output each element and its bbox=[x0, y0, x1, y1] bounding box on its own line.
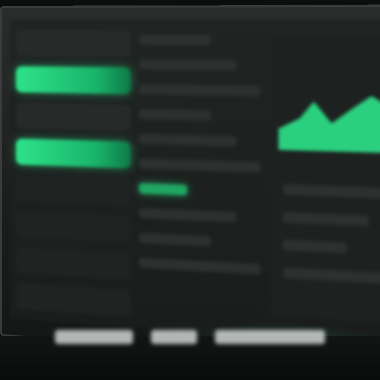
list-item-highlighted[interactable] bbox=[139, 183, 187, 196]
app-screen bbox=[9, 19, 380, 347]
list-item[interactable] bbox=[139, 158, 261, 173]
pane-row bbox=[282, 267, 380, 285]
activity-chart-graphic bbox=[278, 94, 380, 154]
list-item[interactable] bbox=[139, 59, 236, 71]
main-list bbox=[139, 34, 261, 314]
pane-row bbox=[282, 184, 380, 199]
scene bbox=[0, 0, 380, 380]
sidebar-item-active[interactable] bbox=[15, 66, 131, 95]
pane-row bbox=[282, 211, 370, 227]
list-item[interactable] bbox=[139, 257, 261, 275]
monitor-frame bbox=[0, 4, 380, 367]
chart-area bbox=[278, 94, 380, 154]
sidebar-item[interactable] bbox=[15, 210, 131, 243]
caption-text bbox=[0, 324, 380, 350]
list-item[interactable] bbox=[139, 232, 212, 247]
sidebar bbox=[15, 30, 131, 317]
caption-segment bbox=[151, 330, 197, 344]
list-item[interactable] bbox=[139, 108, 212, 121]
caption-segment bbox=[215, 330, 325, 344]
sidebar-item[interactable] bbox=[15, 102, 131, 132]
caption-segment bbox=[55, 330, 133, 344]
list-item[interactable] bbox=[139, 84, 261, 97]
right-pane-rows bbox=[282, 184, 380, 285]
sidebar-item[interactable] bbox=[15, 30, 131, 58]
list-item[interactable] bbox=[139, 207, 236, 223]
sidebar-item[interactable] bbox=[15, 246, 131, 280]
list-item[interactable] bbox=[139, 133, 236, 147]
list-item[interactable] bbox=[139, 34, 212, 46]
activity-chart bbox=[278, 86, 380, 154]
sidebar-item-active[interactable] bbox=[15, 138, 131, 169]
pane-row bbox=[282, 239, 348, 254]
sidebar-item[interactable] bbox=[15, 282, 131, 317]
right-pane bbox=[271, 34, 380, 325]
sidebar-item[interactable] bbox=[15, 174, 131, 206]
